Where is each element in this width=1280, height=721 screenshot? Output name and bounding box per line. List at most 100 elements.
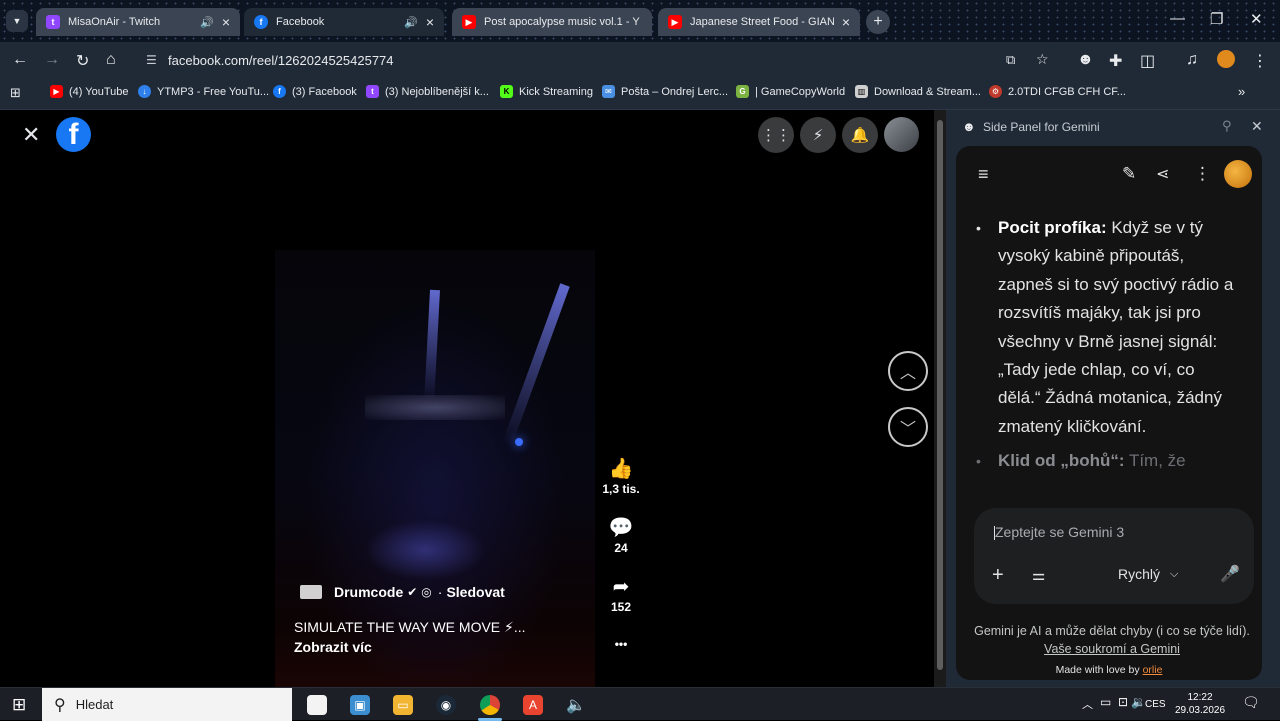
extensions-puzzle-icon[interactable]: ✚ xyxy=(1109,51,1122,71)
bookmark-label: Kick Streaming xyxy=(519,85,593,98)
speaker-icon[interactable]: 🔊 xyxy=(200,16,214,29)
address-bar[interactable]: ☰ facebook.com/reel/1262024525425774 ⧉ ☆ xyxy=(140,47,1060,74)
back-icon[interactable]: ← xyxy=(12,51,28,69)
bookmark-twitch[interactable]: t (3) Nejoblíbenější k... xyxy=(366,85,489,98)
close-tab-icon[interactable]: × xyxy=(842,14,850,30)
extension-emoji-icon[interactable]: ☻ xyxy=(1077,51,1094,69)
author-name[interactable]: Drumcode xyxy=(334,584,403,600)
minimize-icon[interactable]: — xyxy=(1170,10,1185,27)
bullet-heading: Pocit profíka: xyxy=(998,218,1107,237)
clock[interactable]: 12:22 29.03.2026 xyxy=(1170,691,1230,717)
notification-center-icon[interactable]: 🗨 xyxy=(1242,694,1260,711)
comment-action[interactable]: 💬 24 xyxy=(600,517,642,555)
next-reel-button[interactable]: ﹀ xyxy=(888,407,928,447)
bookmark-gamecopyworld[interactable]: G | GameCopyWorld xyxy=(736,85,845,98)
bookmark-youtube[interactable]: ▶ (4) YouTube xyxy=(50,85,129,98)
close-tab-icon[interactable]: × xyxy=(222,14,230,30)
tray-overflow-icon[interactable]: ︿ xyxy=(1082,696,1093,712)
more-bookmarks-icon[interactable]: » xyxy=(1238,84,1245,99)
add-plus-icon[interactable]: + xyxy=(992,564,1004,587)
disclaimer: Gemini je AI a může dělat chyby (i co se… xyxy=(972,622,1252,658)
notifications-bell-button[interactable]: 🔔 xyxy=(842,117,878,153)
volume-icon[interactable]: 🔉 xyxy=(1131,695,1146,709)
close-tab-icon[interactable]: × xyxy=(426,14,434,30)
messenger-button[interactable]: ⚡ xyxy=(800,117,836,153)
comment-bubble-icon: 💬 xyxy=(608,517,634,539)
adobe-icon[interactable]: A xyxy=(523,695,543,715)
new-tab-button[interactable]: + xyxy=(866,10,890,34)
media-controls-icon[interactable]: ♫ xyxy=(1186,51,1198,69)
file-icon[interactable] xyxy=(307,695,327,715)
gemini-extension-icon: ☻ xyxy=(962,119,976,134)
stage-light-beam xyxy=(502,283,570,447)
share-icon[interactable]: ⋖ xyxy=(1156,164,1169,184)
bookmark-facebook[interactable]: f (3) Facebook xyxy=(273,85,357,98)
file-explorer-icon[interactable]: ▭ xyxy=(393,695,413,715)
mode-selector[interactable]: Rychlý ⌵ xyxy=(1118,566,1178,582)
more-options-button[interactable]: ••• xyxy=(600,637,642,651)
show-more-link[interactable]: Zobrazit víc xyxy=(294,639,372,655)
account-avatar[interactable] xyxy=(884,117,919,152)
tray-device-icon[interactable]: ▭ xyxy=(1100,695,1111,709)
prompt-input[interactable]: Zeptejte se Gemini 3 xyxy=(994,524,1234,541)
bookmark-mail[interactable]: ✉ Pošta – Ondrej Lerc... xyxy=(602,85,728,98)
input-language[interactable]: CES xyxy=(1145,699,1166,710)
speaker-app-icon[interactable]: 🔈 xyxy=(566,695,586,715)
steam-icon[interactable]: ◉ xyxy=(436,695,456,715)
hamburger-menu-icon[interactable]: ≡ xyxy=(978,164,989,185)
previous-reel-button[interactable]: ︿ xyxy=(888,351,928,391)
menu-grid-button[interactable]: ⋮⋮ xyxy=(758,117,794,153)
bookmark-kick[interactable]: K Kick Streaming xyxy=(500,85,593,98)
chrome-icon[interactable] xyxy=(480,695,500,715)
scrollbar-thumb[interactable] xyxy=(937,120,943,670)
tab-twitch[interactable]: t MisaOnAir - Twitch 🔊 × xyxy=(36,8,240,36)
close-icon[interactable]: ✕ xyxy=(22,122,40,148)
bookmark-car-forum[interactable]: ⚙ 2.0TDI CFGB CFH CF... xyxy=(989,85,1126,98)
like-count: 1,3 tis. xyxy=(602,482,640,496)
author-avatar[interactable] xyxy=(300,585,322,599)
reload-icon[interactable]: ↻ xyxy=(76,51,89,71)
bookmark-star-icon[interactable]: ☆ xyxy=(1036,51,1049,68)
speaker-icon[interactable]: 🔊 xyxy=(404,16,418,29)
taskbar-search[interactable]: ⚲ Hledat xyxy=(42,688,292,721)
restore-icon[interactable]: ❐ xyxy=(1210,10,1223,28)
ytmp3-icon: ↓ xyxy=(138,85,151,98)
pin-icon[interactable]: ⚲ xyxy=(1222,118,1232,134)
twitch-icon: t xyxy=(46,15,60,29)
menu-kebab-icon[interactable]: ⋮ xyxy=(1252,51,1268,71)
tab-youtube-post-apocalypse[interactable]: ▶ Post apocalypse music vol.1 - Y xyxy=(452,8,652,36)
close-panel-icon[interactable]: ✕ xyxy=(1251,118,1263,135)
tab-youtube-japanese-food[interactable]: ▶ Japanese Street Food - GIANT × xyxy=(658,8,860,36)
author-link[interactable]: orlie xyxy=(1143,664,1163,676)
side-panel-icon[interactable]: ◫ xyxy=(1140,51,1155,71)
page-scrollbar[interactable] xyxy=(934,110,946,687)
tools-sliders-icon[interactable]: ⚌ xyxy=(1032,566,1045,584)
tab-title: Japanese Street Food - GIANT xyxy=(690,16,834,28)
profile-avatar[interactable] xyxy=(1217,50,1235,68)
tab-search-button[interactable]: ▼ xyxy=(6,10,28,32)
apps-grid-icon[interactable]: ⊞ xyxy=(10,85,21,101)
new-chat-icon[interactable]: ✎ xyxy=(1122,164,1136,184)
close-window-icon[interactable]: ✕ xyxy=(1250,10,1263,28)
more-vert-icon[interactable]: ⋮ xyxy=(1194,164,1211,184)
bookmark-label: YTMP3 - Free YouTu... xyxy=(157,85,270,98)
privacy-link[interactable]: Vaše soukromí a Gemini xyxy=(1044,642,1180,656)
share-action[interactable]: ➦ 152 xyxy=(600,576,642,614)
tab-facebook[interactable]: f Facebook 🔊 × xyxy=(244,8,444,36)
windows-start-icon[interactable]: ⊞ xyxy=(12,695,26,715)
side-panel-title: Side Panel for Gemini xyxy=(983,120,1100,134)
forward-icon[interactable]: → xyxy=(44,51,60,69)
microphone-icon[interactable]: 🎤 xyxy=(1220,564,1240,584)
home-icon[interactable]: ⌂ xyxy=(106,51,116,69)
prompt-placeholder: Zeptejte se Gemini 3 xyxy=(995,524,1125,540)
network-icon[interactable]: ⊡ xyxy=(1118,695,1128,709)
follow-link[interactable]: Sledovat xyxy=(446,584,504,600)
site-info-icon[interactable]: ☰ xyxy=(146,53,157,67)
facebook-logo[interactable]: f xyxy=(56,117,91,152)
bookmark-archive[interactable]: ▥ Download & Stream... xyxy=(855,85,981,98)
bookmark-ytmp3[interactable]: ↓ YTMP3 - Free YouTu... xyxy=(138,85,269,98)
user-avatar[interactable] xyxy=(1224,160,1252,188)
install-app-icon[interactable]: ⧉ xyxy=(1006,52,1015,68)
photos-icon[interactable]: ▣ xyxy=(350,695,370,715)
like-action[interactable]: 👍 1,3 tis. xyxy=(600,458,642,496)
